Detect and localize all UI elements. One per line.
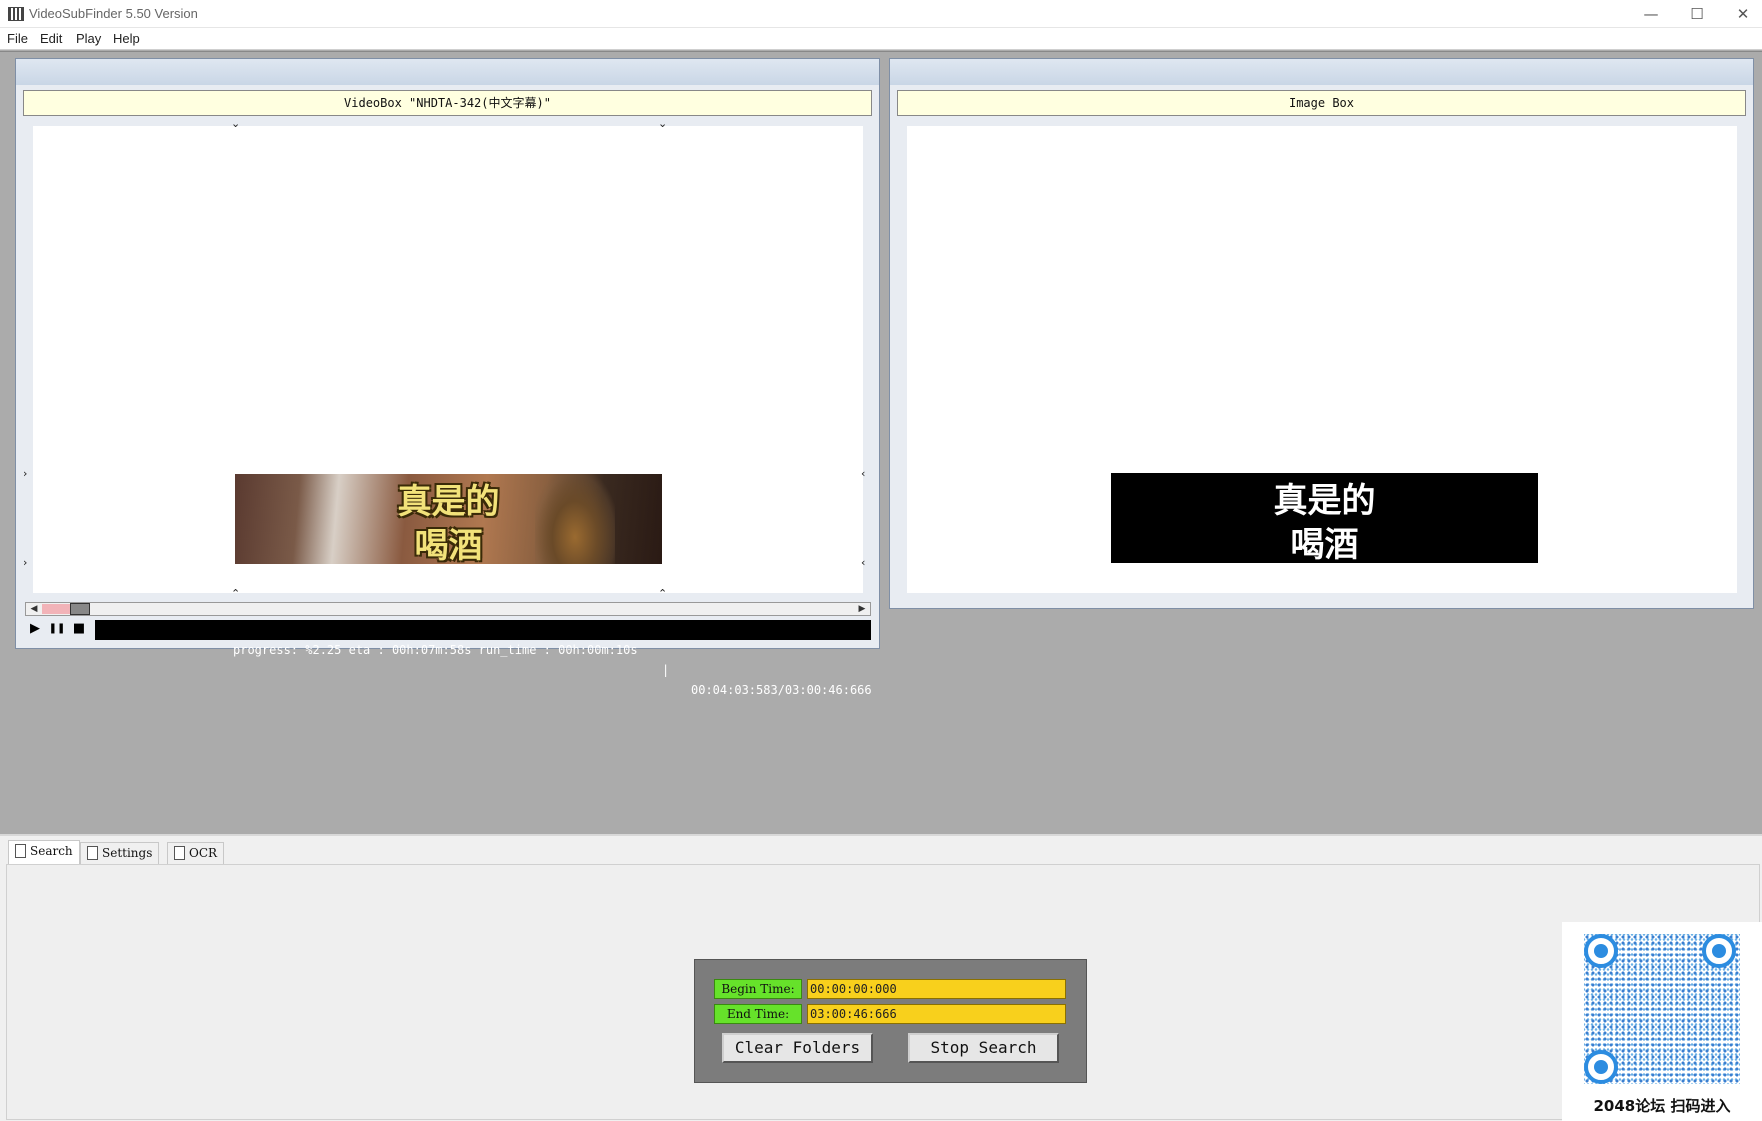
tab-search-label: Search: [30, 844, 73, 858]
qr-finder-icon: [1584, 1050, 1618, 1084]
tab-search[interactable]: Search: [8, 840, 80, 864]
end-time-input[interactable]: 03:00:46:666: [807, 1004, 1066, 1024]
menu-play[interactable]: Play: [76, 31, 101, 46]
page-icon: [87, 846, 98, 860]
menu-file[interactable]: File: [7, 31, 28, 46]
page-icon: [174, 846, 185, 860]
progress-text: progress: %2.25 eta : 00h:07m:58s run_ti…: [233, 643, 638, 657]
search-control-box: Begin Time: 00:00:00:000 End Time: 03:00…: [694, 959, 1087, 1083]
crop-marker-top-right[interactable]: ⌄: [658, 118, 667, 129]
crop-marker-left-top[interactable]: ›: [23, 468, 27, 479]
title-bar: VideoSubFinder 5.50 Version — ☐ ✕: [0, 0, 1762, 28]
time-position-text: 00:04:03:583/03:00:46:666: [691, 683, 872, 697]
image-box-header[interactable]: [890, 59, 1753, 85]
image-box-caption: Image Box: [897, 90, 1746, 116]
app-film-icon: [8, 7, 24, 21]
end-time-label: End Time:: [714, 1004, 802, 1024]
crop-marker-left-bottom[interactable]: ›: [23, 557, 27, 568]
video-subtitle-line2: 喝酒: [414, 526, 483, 564]
scroll-left-arrow-icon[interactable]: ◀: [26, 603, 42, 615]
video-timeline-scrollbar[interactable]: ◀ ▶: [25, 602, 871, 616]
video-box-window: VideoBox "NHDTA-342(中文字幕)" 真是的 喝酒 ⌄ ⌄ › …: [15, 58, 880, 697]
stop-search-button[interactable]: Stop Search: [908, 1033, 1059, 1063]
stop-button[interactable]: ■: [70, 620, 88, 638]
menu-help[interactable]: Help: [113, 31, 140, 46]
qr-code-overlay[interactable]: 2048论坛 扫码进入: [1562, 922, 1762, 1121]
qr-finder-icon: [1584, 934, 1618, 968]
menu-edit[interactable]: Edit: [40, 31, 62, 46]
crop-marker-right-bottom[interactable]: ‹: [861, 557, 865, 568]
tab-ocr-label: OCR: [189, 846, 218, 860]
video-subtitle-line1: 真是的: [397, 482, 500, 522]
tab-settings-label: Settings: [102, 846, 153, 860]
timeline-progress-fill: [42, 604, 70, 614]
qr-caption: 2048论坛 扫码进入: [1593, 1097, 1731, 1115]
binarized-subtitle-image: 真是的 喝酒: [1111, 473, 1538, 565]
clear-folders-button[interactable]: Clear Folders: [722, 1033, 873, 1063]
crop-marker-bottom-left[interactable]: ⌃: [231, 588, 240, 599]
begin-time-label: Begin Time:: [714, 979, 802, 999]
tab-ocr[interactable]: OCR: [167, 842, 225, 864]
video-frame-crop: 真是的 喝酒: [235, 474, 662, 564]
video-box-header[interactable]: [16, 59, 879, 85]
page-icon: [15, 844, 26, 858]
progress-status-bar: progress: %2.25 eta : 00h:07m:58s run_ti…: [95, 620, 872, 697]
crop-marker-top-left[interactable]: ⌄: [231, 118, 240, 129]
video-view[interactable]: 真是的 喝酒: [33, 126, 863, 593]
image-box-window: Image Box 真是的 喝酒: [889, 58, 1754, 609]
image-view[interactable]: 真是的 喝酒: [907, 126, 1737, 593]
status-separator: |: [662, 663, 670, 677]
image-subtitle-line1: 真是的: [1273, 481, 1376, 521]
tab-settings[interactable]: Settings: [80, 842, 160, 864]
maximize-button[interactable]: ☐: [1674, 0, 1720, 28]
video-box-caption: VideoBox "NHDTA-342(中文字幕)": [23, 90, 872, 116]
timeline-thumb[interactable]: [70, 603, 90, 615]
qr-finder-icon: [1702, 934, 1736, 968]
close-button[interactable]: ✕: [1720, 0, 1762, 28]
image-subtitle-line2: 喝酒: [1290, 525, 1359, 565]
begin-time-input[interactable]: 00:00:00:000: [807, 979, 1066, 999]
crop-marker-bottom-right[interactable]: ⌃: [658, 588, 667, 599]
scroll-right-arrow-icon[interactable]: ▶: [854, 603, 870, 615]
play-button[interactable]: ▶: [26, 620, 44, 638]
minimize-button[interactable]: —: [1628, 0, 1674, 28]
crop-marker-right-top[interactable]: ‹: [861, 468, 865, 479]
pause-button[interactable]: ❚❚: [48, 620, 66, 638]
search-tab-content: Begin Time: 00:00:00:000 End Time: 03:00…: [6, 864, 1760, 1120]
window-title: VideoSubFinder 5.50 Version: [29, 6, 198, 21]
bottom-panel: Search Settings OCR Begin Time: 00:00:00…: [0, 834, 1762, 1121]
menu-bar: File Edit Play Help: [0, 28, 1762, 50]
